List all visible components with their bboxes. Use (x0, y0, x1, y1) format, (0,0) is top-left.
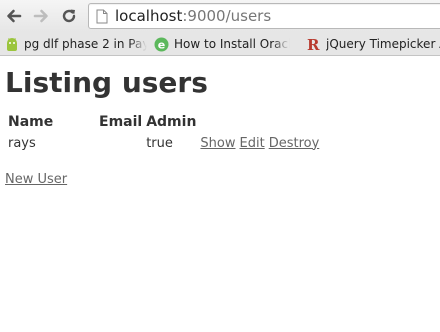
bookmark-fade (129, 35, 147, 53)
column-header-name: Name (8, 114, 54, 130)
show-link[interactable]: Show (200, 136, 235, 151)
bookmark-label: jQuery Timepicker A (326, 37, 440, 51)
back-button[interactable] (2, 4, 26, 28)
svg-text:R: R (307, 37, 320, 52)
cell-admin: true (146, 135, 173, 151)
page-title: Listing users (5, 66, 208, 99)
cell-name: rays (8, 135, 36, 151)
forward-button[interactable] (29, 4, 53, 28)
url-host: localhost (115, 7, 183, 25)
users-table: Name Email Admin rays true Show Edit Des… (6, 112, 321, 154)
destroy-link[interactable]: Destroy (269, 136, 320, 151)
bookmarks-bar: pg dlf phase 2 in Pay e How to Install O… (0, 32, 440, 56)
column-header-email: Email (99, 114, 143, 130)
column-header-actions (198, 112, 237, 132)
url-path: :9000/users (182, 7, 272, 25)
column-header-actions (238, 112, 267, 132)
cell-email (97, 132, 144, 154)
column-header-admin: Admin (146, 114, 197, 130)
browser-toolbar: localhost:9000/users (0, 0, 440, 32)
bookmark-item-jquery-timepicker[interactable]: R jQuery Timepicker A (306, 35, 440, 53)
edit-link[interactable]: Edit (240, 136, 265, 151)
address-bar[interactable]: localhost:9000/users (88, 3, 440, 29)
android-icon (5, 36, 19, 52)
bookmark-item-install-oracle[interactable]: e How to Install Oracle (154, 35, 290, 53)
e-logo-icon: e (154, 37, 169, 52)
bookmark-item-pg-dlf[interactable]: pg dlf phase 2 in Pay (5, 35, 147, 53)
url-text: localhost:9000/users (115, 7, 271, 25)
back-arrow-icon (7, 9, 22, 23)
bookmark-fade (272, 35, 290, 53)
r-logo-icon: R (306, 37, 321, 52)
svg-text:e: e (158, 38, 165, 51)
reload-icon (62, 9, 76, 23)
page-content: Listing users Name Email Admin rays true… (5, 66, 435, 187)
table-header-row: Name Email Admin (6, 112, 321, 132)
page-icon (96, 9, 108, 24)
column-header-actions (267, 112, 322, 132)
new-user-link[interactable]: New User (5, 172, 435, 187)
table-row: rays true Show Edit Destroy (6, 132, 321, 154)
forward-arrow-icon (33, 9, 48, 23)
reload-button[interactable] (57, 4, 81, 28)
